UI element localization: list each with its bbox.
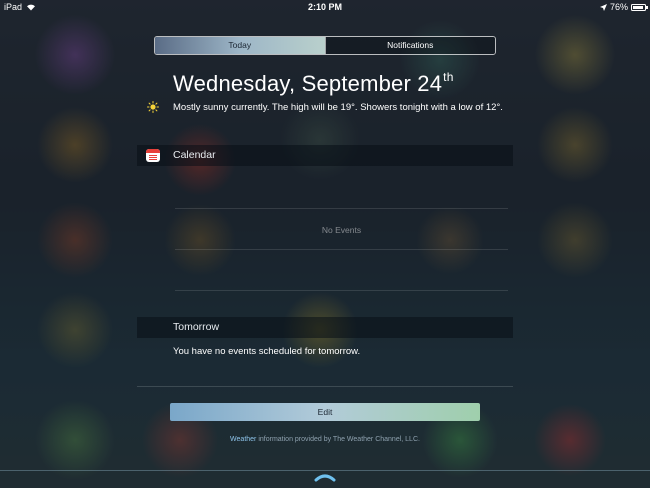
sun-icon [147, 101, 159, 113]
today-date-heading: Wednesday, September 24th [173, 70, 454, 97]
no-events-label: No Events [321, 225, 362, 235]
timeline-hour-line [175, 249, 508, 250]
weather-credit: Weather information provided by The Weat… [0, 436, 650, 443]
view-switcher: Today Notifications [154, 36, 496, 55]
chevron-up-handle-icon[interactable] [313, 472, 337, 482]
status-time: 2:10 PM [307, 2, 342, 12]
calendar-section-header: Calendar [137, 145, 513, 166]
weather-summary: Mostly sunny currently. The high will be… [173, 102, 503, 113]
calendar-section-title: Calendar [173, 149, 216, 161]
calendar-icon [146, 149, 160, 162]
battery-icon [631, 3, 648, 11]
bottom-divider [0, 470, 650, 471]
tomorrow-section-title: Tomorrow [173, 321, 220, 333]
today-date: Wednesday, September 24 [173, 71, 443, 96]
tab-today[interactable]: Today [155, 37, 325, 54]
weather-credit-text: information provided by The Weather Chan… [256, 436, 420, 443]
status-bar: iPad 2:10 PM 76% [0, 0, 650, 14]
edit-button[interactable]: Edit [170, 403, 480, 421]
battery-percent: 76% [609, 2, 628, 12]
location-icon [599, 3, 607, 11]
tomorrow-summary: You have no events scheduled for tomorro… [173, 346, 361, 357]
timeline-hour-line [175, 208, 508, 209]
timeline-hour-line [175, 290, 508, 291]
date-suffix: th [443, 70, 454, 84]
weather-credit-link[interactable]: Weather [230, 436, 256, 443]
tab-notifications[interactable]: Notifications [324, 37, 495, 54]
section-divider [137, 386, 513, 387]
tomorrow-section-header: Tomorrow [137, 317, 513, 338]
